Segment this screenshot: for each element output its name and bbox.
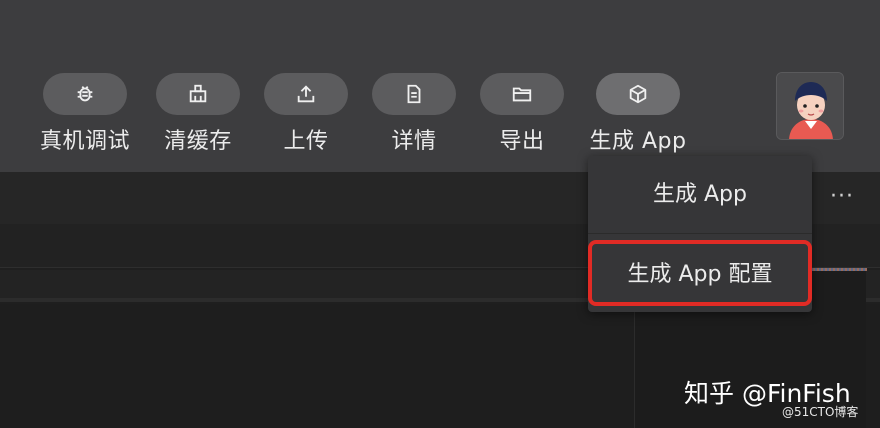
export-button[interactable]: 导出 [467,73,577,163]
cube-icon [596,73,680,115]
upload-button[interactable]: 上传 [251,73,361,163]
upload-label: 上传 [283,129,329,154]
generate-app-dropdown: 生成 App 生成 App 配置 [588,156,812,312]
menu-item-generate-app[interactable]: 生成 App [588,156,812,234]
document-icon [372,73,456,115]
more-options-icon[interactable]: ··· [830,184,854,209]
folder-icon [480,73,564,115]
export-label: 导出 [499,129,545,154]
debug-device-button[interactable]: 真机调试 [30,73,140,163]
broom-icon [156,73,240,115]
toolbar: 真机调试 清缓存 上传 详情 导出 生成 App [0,0,880,172]
menu-item-generate-app-config[interactable]: 生成 App 配置 [588,240,812,306]
upload-icon [264,73,348,115]
avatar[interactable] [776,72,844,140]
generate-app-label: 生成 App [589,129,687,154]
generate-app-button[interactable]: 生成 App [583,73,693,163]
details-button[interactable]: 详情 [359,73,469,163]
clear-cache-label: 清缓存 [164,129,232,154]
debug-device-label: 真机调试 [39,129,130,154]
minimap-accent [805,268,867,271]
watermark-subtext: @51CTO博客 [782,405,859,419]
bug-icon [43,73,127,115]
user-avatar-icon [777,73,843,139]
clear-cache-button[interactable]: 清缓存 [143,73,253,163]
details-label: 详情 [391,129,437,154]
